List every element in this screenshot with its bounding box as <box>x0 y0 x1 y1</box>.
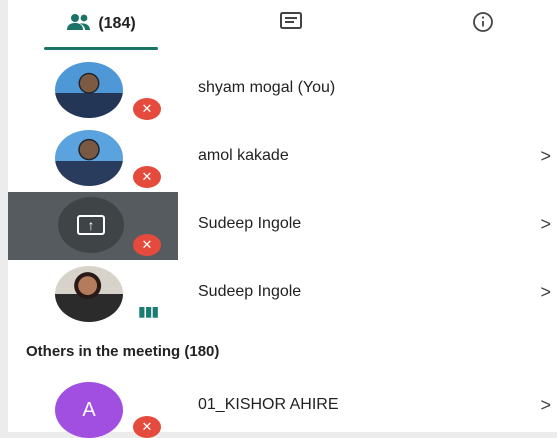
participant-name: shyam mogal (You) <box>198 79 336 96</box>
speaker-off-icon: ✕ <box>133 234 161 256</box>
avatar: A <box>55 382 123 438</box>
participant-avatar-cell: A ✕ <box>8 376 178 438</box>
participant-avatar-cell: ↑ ✕ <box>8 192 178 260</box>
participant-count: (184) <box>98 15 136 32</box>
list-item[interactable]: ▮▮▮ Sudeep Ingole > <box>8 260 557 328</box>
others-section-title: Others in the meeting (180) <box>8 328 557 374</box>
list-item[interactable]: ↑ ✕ Sudeep Ingole > <box>8 192 557 260</box>
chevron-right-icon[interactable]: > <box>540 282 551 303</box>
info-icon <box>472 11 494 38</box>
participant-name: Sudeep Ingole <box>198 215 302 232</box>
chevron-right-icon[interactable]: > <box>540 395 551 416</box>
participant-avatar-cell: ✕ <box>8 124 178 192</box>
list-item[interactable]: ✕ amol kakade > <box>8 124 557 192</box>
tab-chat[interactable] <box>266 0 316 48</box>
mic-off-icon: ✕ <box>133 416 161 438</box>
list-item[interactable]: A ✕ 01_KISHOR AHIRE > <box>8 376 557 438</box>
audio-level-icon: ▮▮▮ <box>138 303 159 319</box>
mic-off-icon: ✕ <box>133 98 161 120</box>
present-screen-icon: ↑ <box>77 215 105 235</box>
tab-people[interactable]: (184) <box>36 0 166 50</box>
screen-share-avatar: ↑ <box>58 197 124 253</box>
tab-info[interactable] <box>458 0 508 48</box>
list-item[interactable]: ✕ shyam mogal (You) <box>8 56 557 124</box>
participant-avatar-cell: ▮▮▮ <box>8 260 178 328</box>
mic-off-icon: ✕ <box>133 166 161 188</box>
participant-name: amol kakade <box>198 147 289 164</box>
participant-name: Sudeep Ingole <box>198 283 302 300</box>
avatar <box>55 62 123 118</box>
participant-name: 01_KISHOR AHIRE <box>198 396 339 413</box>
tab-bar: (184) <box>8 0 557 50</box>
chevron-right-icon[interactable]: > <box>540 146 551 167</box>
participant-avatar-cell: ✕ <box>8 56 178 124</box>
chat-icon <box>279 11 303 38</box>
people-icon <box>66 13 92 36</box>
participants-panel: (184) ✕ shyam mogal (You) ✕ amol kakade … <box>8 0 557 438</box>
avatar <box>55 130 123 186</box>
active-tab-indicator <box>44 47 158 50</box>
avatar <box>55 266 123 322</box>
chevron-right-icon[interactable]: > <box>540 214 551 235</box>
